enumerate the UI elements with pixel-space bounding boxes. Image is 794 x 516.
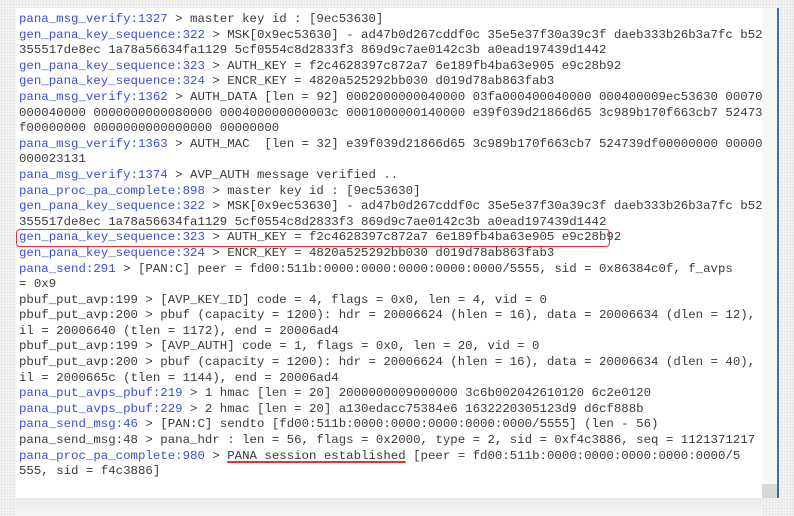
log-line: pana_send:291 > [PAN:C] peer = fd00:511b… [19, 262, 762, 278]
log-line: pana_put_avps_pbuf:219 > 1 hmac [len = 2… [19, 386, 762, 402]
vertical-scrollbar[interactable] [762, 8, 777, 498]
log-line: pbuf_put_avp:199 > [AVP_KEY_ID] code = 4… [19, 293, 762, 309]
console-log-panel: pana_msg_verify:1327 > master key id : [… [16, 8, 762, 498]
log-function-name: pana_msg_verify:1374 [19, 167, 168, 182]
log-line: 000023131 [19, 152, 762, 168]
log-message: 000040000 0000000000080000 0004000000000… [19, 105, 762, 120]
log-message: > AUTH_KEY = f2c4628397c872a7 6e189fb4ba… [204, 230, 622, 245]
log-message: 355517de8ec 1a78a56634fa1129 5cf0554c8d2… [19, 43, 607, 58]
log-message: > MSK[0x9ec53630] - ad47b0d267cddf0c 35e… [204, 199, 762, 214]
underlined-session-established: PANA session established [227, 448, 406, 463]
log-line: 355517de8ec 1a78a56634fa1129 5cf0554c8d2… [19, 43, 762, 59]
faded-bottom-edge [16, 498, 762, 516]
log-line: pana_proc_pa_complete:980 > PANA session… [19, 449, 762, 465]
log-line: 000040000 0000000000080000 0004000000000… [19, 106, 762, 122]
log-message: > ENCR_KEY = 4820a525292bb030 d019d78ab8… [204, 74, 555, 89]
log-line: pbuf_put_avp:200 > pbuf (capacity = 1200… [19, 308, 762, 324]
log-line: gen_pana_key_sequence:322 > MSK[0x9ec536… [19, 28, 762, 44]
log-message: f00000000 0000000000000000 00000000 [19, 121, 280, 136]
log-line: = 0x9 [19, 277, 762, 293]
log-function-name: gen_pana_key_sequence:324 [19, 74, 205, 89]
log-line: pana_send_msg:48 > pana_hdr : len = 56, … [19, 433, 762, 449]
log-line: gen_pana_key_sequence:324 > ENCR_KEY = 4… [19, 74, 762, 90]
log-function-name: gen_pana_key_sequence:322 [19, 199, 205, 214]
log-line: pana_msg_verify:1374 > AVP_AUTH message … [19, 168, 762, 184]
log-function-name: pana_send:291 [19, 261, 116, 276]
log-message: > AUTH_MAC [len = 32] e39f039d21866d65 3… [167, 136, 762, 151]
window-border [777, 8, 779, 498]
log-function-name: pana_proc_pa_complete:980 [19, 448, 205, 463]
log-function-name: pana_msg_verify:1362 [19, 89, 168, 104]
log-message: 355517de8ec 1a78a56634fa1129 5cf0554c8d2… [19, 214, 607, 229]
log-line: 355517de8ec 1a78a56634fa1129 5cf0554c8d2… [19, 215, 762, 231]
log-message: > AUTH_DATA [len = 92] 0002000000040000 … [167, 89, 762, 104]
log-message: = 0x9 [19, 277, 57, 292]
log-message: > master key id : [9ec53630] [167, 12, 384, 26]
log-line: pbuf_put_avp:200 > pbuf (capacity = 1200… [19, 355, 762, 371]
highlighted-log-line: gen_pana_key_sequence:323 > AUTH_KEY = f… [16, 229, 621, 247]
log-line: pana_msg_verify:1363 > AUTH_MAC [len = 3… [19, 137, 762, 153]
log-function-name: gen_pana_key_sequence:322 [19, 27, 205, 42]
log-message: > MSK[0x9ec53630] - ad47b0d267cddf0c 35e… [204, 27, 762, 42]
log-line: il = 2000665c (tlen = 1144), end = 20006… [19, 371, 762, 387]
log-output: pana_msg_verify:1327 > master key id : [… [16, 12, 762, 480]
log-message: > master key id : [9ec53630] [204, 183, 421, 198]
log-line: il = 20006640 (tlen = 1172), end = 20006… [19, 324, 762, 340]
log-message: > ENCR_KEY = 4820a525292bb030 d019d78ab8… [204, 245, 555, 260]
log-message: pbuf_put_avp:199 > [AVP_AUTH] code = 1, … [19, 339, 540, 354]
log-line: pana_proc_pa_complete:898 > master key i… [19, 184, 762, 200]
log-line: f00000000 0000000000000000 00000000 [19, 121, 762, 137]
log-line: 555, sid = f4c3886] [19, 464, 762, 480]
log-line: pana_send_msg:46 > [PAN:C] sendto [fd00:… [19, 417, 762, 433]
log-line: pana_msg_verify:1362 > AUTH_DATA [len = … [19, 90, 762, 106]
log-line: gen_pana_key_sequence:323 > AUTH_KEY = f… [19, 59, 762, 75]
log-message: 555, sid = f4c3886] [19, 464, 161, 479]
log-function-name: gen_pana_key_sequence:324 [19, 245, 205, 260]
log-message: il = 2000665c (tlen = 1144), end = 20006… [19, 370, 339, 385]
log-message: > 2 hmac [len = 20] a130edacc75384e6 163… [182, 401, 644, 416]
log-message: il = 20006640 (tlen = 1172), end = 20006… [19, 323, 339, 338]
log-function-name: pana_put_avps_pbuf:229 [19, 401, 183, 416]
log-message: > AUTH_KEY = f2c4628397c872a7 6e189fb4ba… [204, 58, 622, 73]
log-function-name: pana_put_avps_pbuf:219 [19, 386, 183, 401]
log-message-rest: [peer = fd00:511b:0000:0000:0000:0000:00… [405, 448, 741, 463]
log-line: gen_pana_key_sequence:322 > MSK[0x9ec536… [19, 199, 762, 215]
log-line: gen_pana_key_sequence:324 > ENCR_KEY = 4… [19, 246, 762, 262]
scrollbar-thumb[interactable] [762, 484, 777, 498]
log-message: pbuf_put_avp:199 > [AVP_KEY_ID] code = 4… [19, 292, 547, 307]
log-function-name: pana_send_msg:46 [19, 417, 138, 432]
log-line: pana_msg_verify:1327 > master key id : [… [19, 12, 762, 28]
log-message: > 1 hmac [len = 20] 2000000009000000 3c6… [182, 386, 652, 401]
log-message: > [PAN:C] peer = fd00:511b:0000:0000:000… [115, 261, 733, 276]
log-function-name: gen_pana_key_sequence:323 [19, 58, 205, 73]
log-message: > AVP_AUTH message verified .. [167, 167, 399, 182]
log-message: > [PAN:C] sendto [fd00:511b:0000:0000:00… [137, 417, 659, 432]
log-function-name: gen_pana_key_sequence:323 [19, 230, 205, 245]
log-line: pbuf_put_avp:199 > [AVP_AUTH] code = 1, … [19, 339, 762, 355]
log-message: pbuf_put_avp:200 > pbuf (capacity = 1200… [19, 355, 762, 370]
log-message: > [204, 448, 228, 463]
log-message: 000023131 [19, 152, 86, 167]
log-function-name: pana_proc_pa_complete:898 [19, 183, 205, 198]
log-line: pana_put_avps_pbuf:229 > 2 hmac [len = 2… [19, 402, 762, 418]
log-message: pbuf_put_avp:200 > pbuf (capacity = 1200… [19, 308, 762, 323]
log-function-name: pana_msg_verify:1363 [19, 136, 168, 151]
log-message: pana_send_msg:48 > pana_hdr : len = 56, … [19, 433, 756, 448]
log-function-name: pana_msg_verify:1327 [19, 12, 168, 26]
